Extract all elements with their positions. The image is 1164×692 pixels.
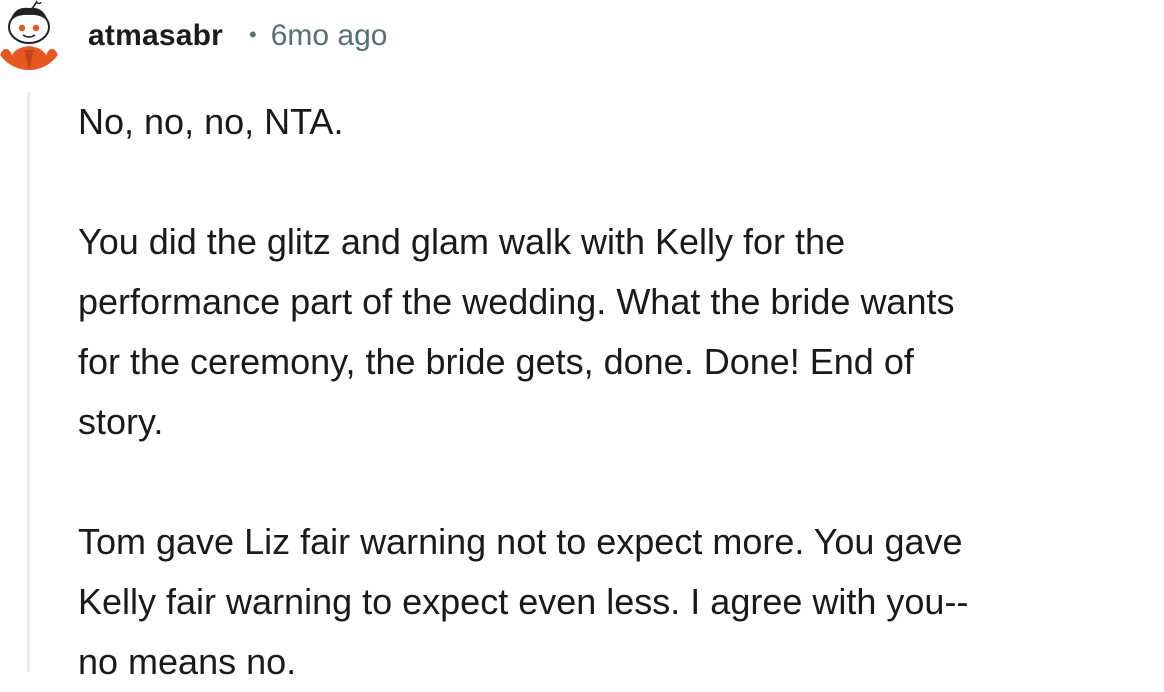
username-link[interactable]: atmasabr xyxy=(88,19,223,53)
snoo-avatar-icon xyxy=(0,0,64,70)
thread-collapse-line[interactable] xyxy=(27,92,30,672)
comment: atmasabr • 6mo ago No, no, no, NTA. You … xyxy=(0,0,1164,682)
comment-body: No, no, no, NTA. You did the glitz and g… xyxy=(78,92,1164,692)
meta-separator: • xyxy=(249,22,257,47)
user-avatar[interactable] xyxy=(0,0,64,70)
comment-meta: atmasabr • 6mo ago xyxy=(88,14,387,58)
timestamp-link[interactable]: 6mo ago xyxy=(271,19,388,53)
comment-paragraph: Tom gave Liz fair warning not to expect … xyxy=(78,521,969,682)
comment-paragraph: You did the glitz and glam walk with Kel… xyxy=(78,221,955,442)
comment-paragraph: No, no, no, NTA. xyxy=(78,101,344,142)
